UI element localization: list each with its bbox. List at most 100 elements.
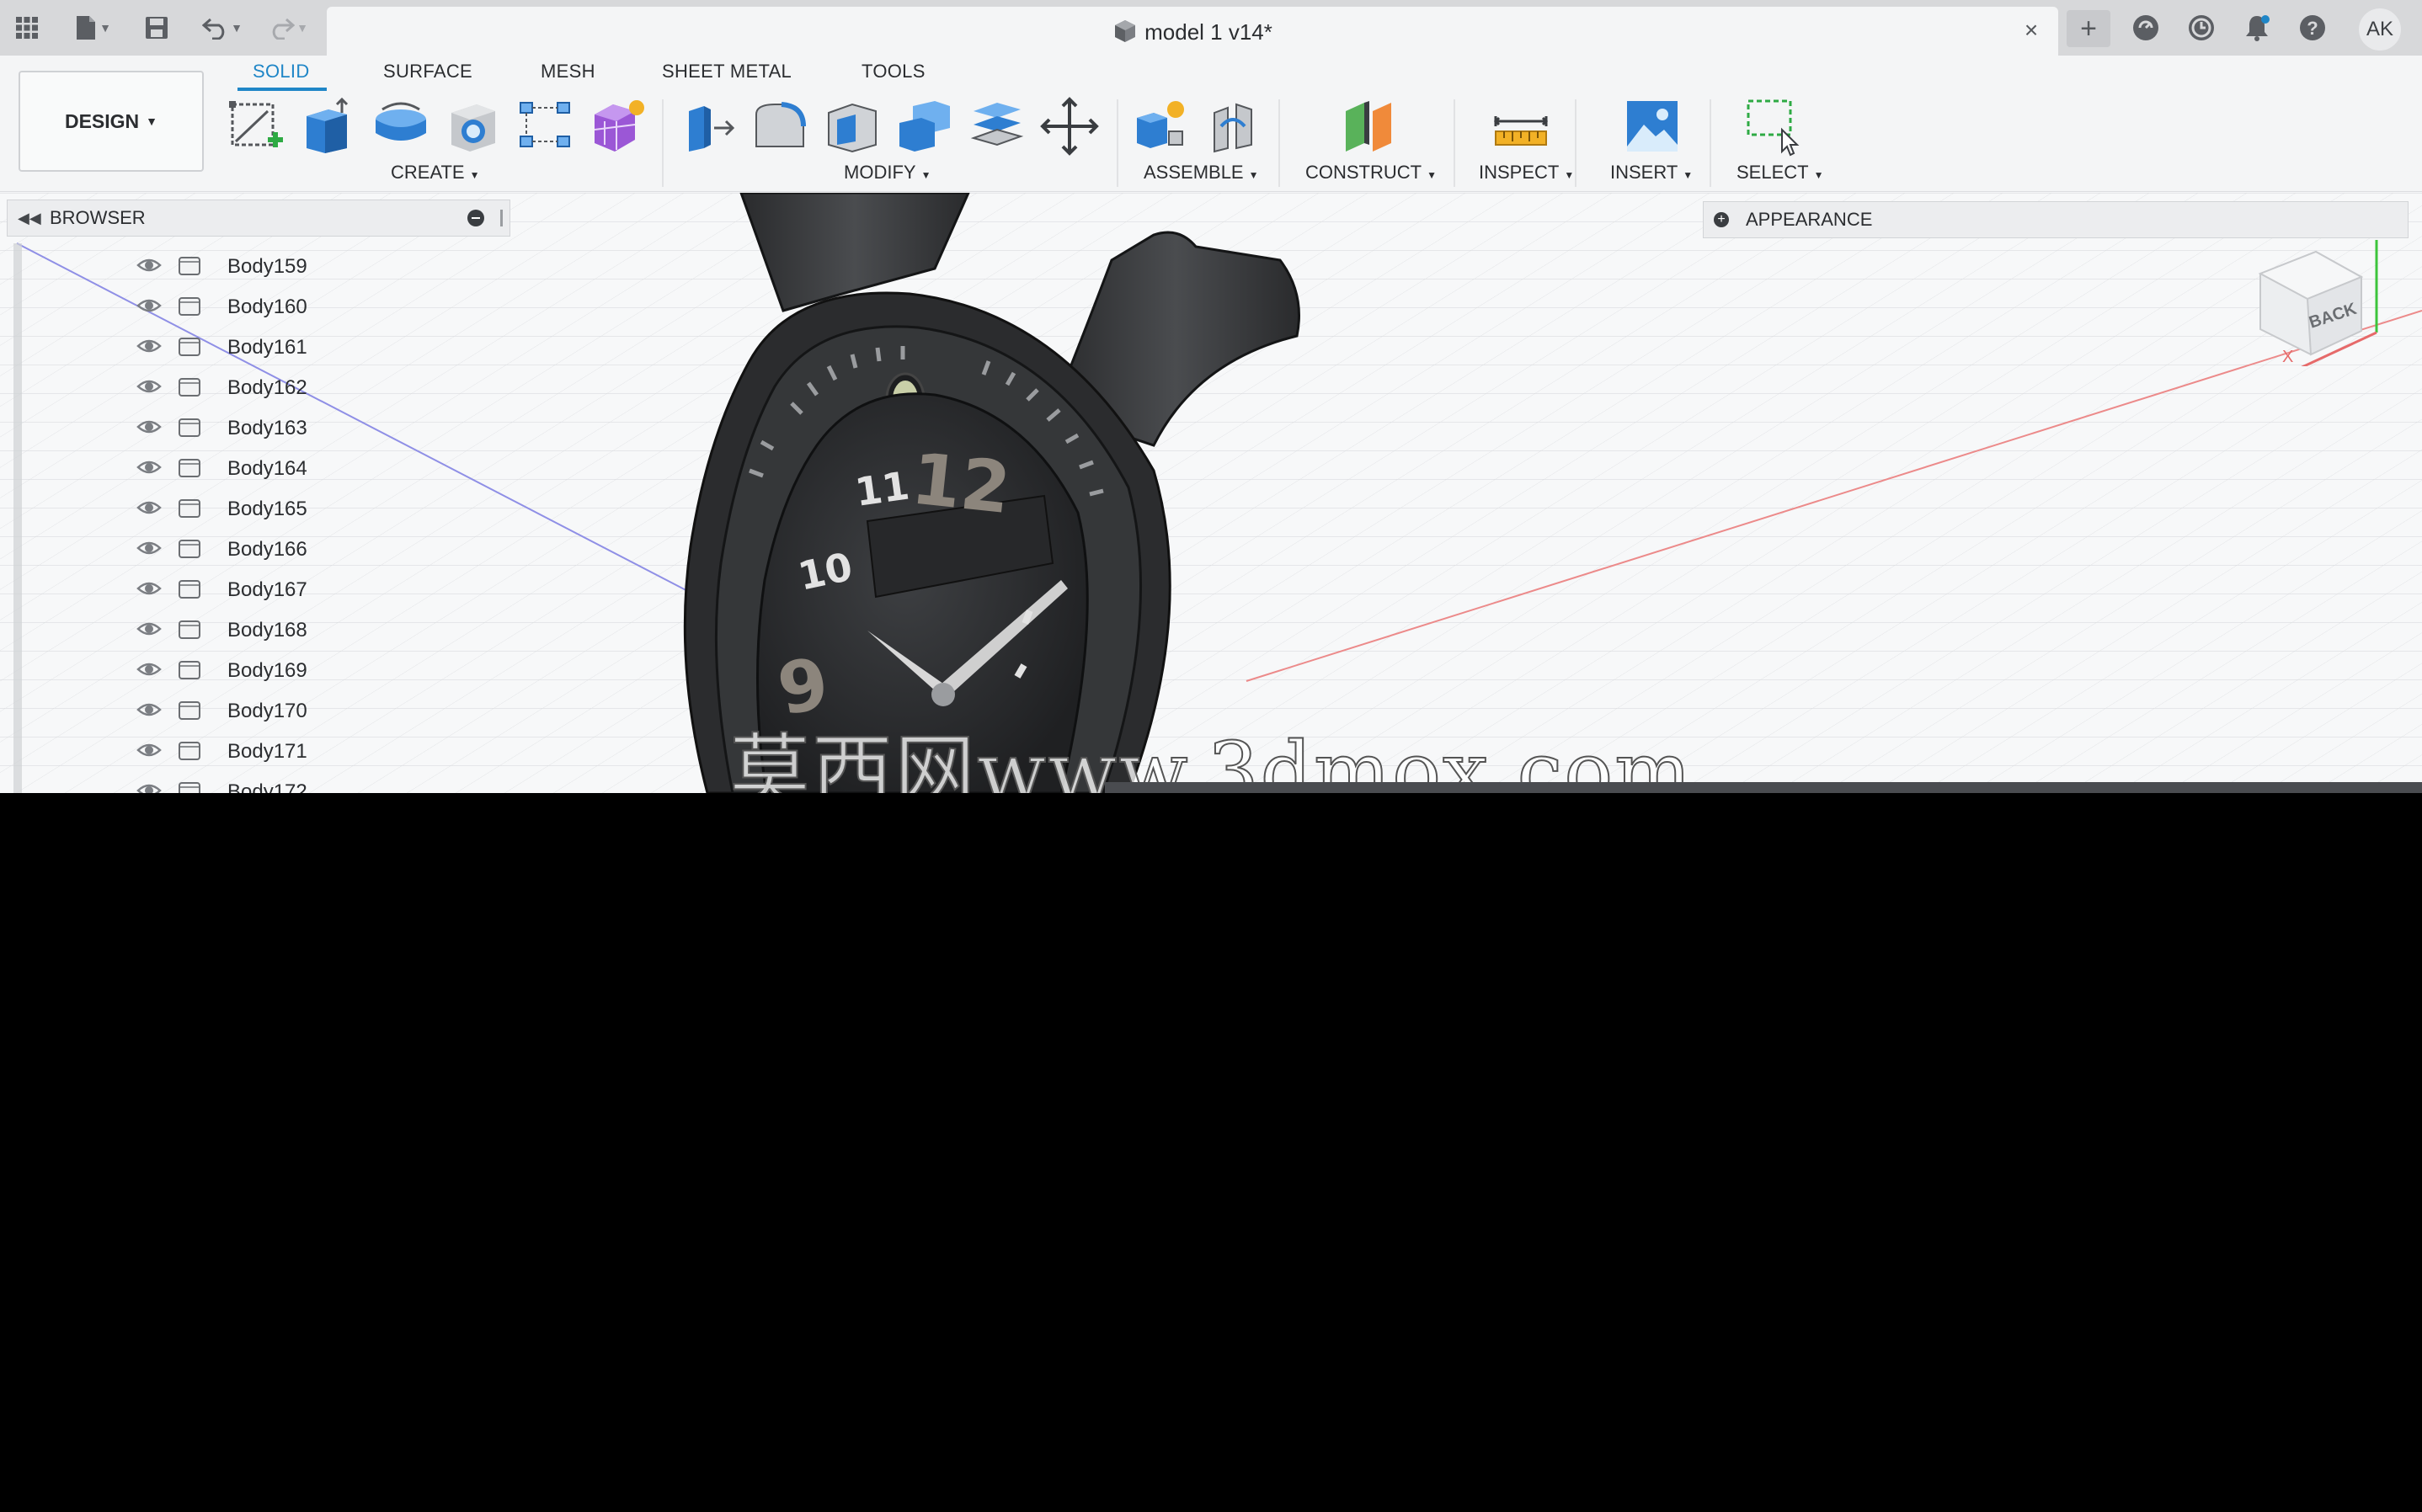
browser-item[interactable]: Body172 [126, 770, 328, 793]
hole-icon[interactable] [443, 96, 504, 157]
visibility-eye-icon[interactable] [136, 255, 162, 275]
tab-mesh[interactable]: MESH [541, 61, 595, 83]
visibility-eye-icon[interactable] [136, 619, 162, 639]
chevron-down-icon: ▼ [231, 21, 243, 35]
visibility-eye-icon[interactable] [136, 538, 162, 558]
extensions-icon[interactable] [2127, 9, 2164, 46]
inspect-menu[interactable]: INSPECT ▼ [1479, 162, 1574, 184]
create-menu[interactable]: CREATE ▼ [391, 162, 480, 184]
construct-label: CONSTRUCT [1305, 162, 1422, 183]
expand-panel-icon[interactable]: + [1714, 212, 1729, 227]
visibility-eye-icon[interactable] [136, 295, 162, 316]
pattern-icon[interactable] [515, 96, 576, 157]
create-form-icon[interactable] [588, 96, 648, 157]
browser-item[interactable]: Body166 [126, 528, 328, 568]
body-icon [179, 499, 200, 518]
browser-item[interactable]: Body164 [126, 447, 328, 487]
tab-surface[interactable]: SURFACE [383, 61, 472, 83]
visibility-eye-icon[interactable] [136, 659, 162, 679]
visibility-eye-icon[interactable] [136, 578, 162, 599]
browser-item-label: Body159 [227, 255, 307, 278]
visibility-eye-icon[interactable] [136, 740, 162, 760]
add-tab-icon[interactable]: + [2067, 10, 2110, 47]
browser-item-label: Body164 [227, 457, 307, 480]
avatar[interactable]: AK [2359, 8, 2401, 51]
modify-menu[interactable]: MODIFY ▼ [844, 162, 931, 184]
view-cube[interactable]: BACK X [2249, 240, 2383, 366]
fusion-window: ▼ ▼ ▼ model 1 v14* × + ? AK SOLID SURFAC… [0, 0, 2422, 793]
combine-icon[interactable] [894, 96, 955, 157]
tab-solid[interactable]: SOLID [253, 61, 310, 83]
visibility-eye-icon[interactable] [136, 700, 162, 720]
notifications-icon[interactable] [2238, 9, 2275, 46]
body-icon [179, 742, 200, 760]
help-icon[interactable]: ? [2294, 9, 2331, 46]
browser-item[interactable]: Body165 [126, 487, 328, 528]
apps-grid-icon[interactable] [8, 9, 45, 46]
browser-item[interactable]: Body160 [126, 285, 328, 326]
browser-item[interactable]: Body161 [126, 326, 328, 366]
browser-item[interactable]: Body169 [126, 649, 328, 689]
redo-button[interactable]: ▼ [261, 9, 315, 46]
save-icon[interactable] [138, 9, 175, 46]
body-icon [179, 459, 200, 477]
chevron-down-icon: ▼ [1248, 169, 1259, 181]
title-bar: ▼ ▼ ▼ model 1 v14* × + ? AK [0, 0, 2422, 56]
ribbon-separator [1117, 99, 1118, 187]
select-label: SELECT [1736, 162, 1809, 183]
browser-header[interactable]: ◀◀ BROWSER [7, 200, 510, 237]
browser-item[interactable]: Body163 [126, 407, 328, 447]
move-icon[interactable] [1039, 96, 1100, 157]
assemble-menu[interactable]: ASSEMBLE ▼ [1144, 162, 1259, 184]
browser-item[interactable]: Body171 [126, 730, 328, 770]
select-menu[interactable]: SELECT ▼ [1736, 162, 1823, 184]
shell-icon[interactable] [822, 96, 883, 157]
browser-item-label: Body168 [227, 619, 307, 642]
appearance-panel[interactable]: + APPEARANCE [1703, 201, 2409, 238]
create-sketch-icon[interactable] [226, 96, 286, 157]
modify-label: MODIFY [844, 162, 916, 183]
workspace-switcher[interactable]: DESIGN ▼ [19, 71, 204, 172]
chevron-down-icon: ▼ [99, 21, 111, 35]
extrude-icon[interactable] [298, 96, 359, 157]
visibility-eye-icon[interactable] [136, 780, 162, 793]
file-menu-button[interactable]: ▼ [66, 9, 120, 46]
browser-item-label: Body170 [227, 700, 307, 722]
joint-icon[interactable] [1203, 96, 1263, 157]
canvas-viewport[interactable]: 11 12 10 9 ◀◀ BROWSER Body159 Body160 Body… [0, 193, 2422, 793]
revolve-icon[interactable] [371, 96, 431, 157]
visibility-eye-icon[interactable] [136, 417, 162, 437]
insert-image-icon[interactable] [1622, 96, 1683, 157]
redo-icon [272, 18, 296, 40]
ribbon-separator [1278, 99, 1280, 187]
body-icon [179, 620, 200, 639]
new-component-icon[interactable] [1130, 96, 1191, 157]
browser-item[interactable]: Body170 [126, 689, 328, 730]
press-pull-icon[interactable] [677, 96, 738, 157]
measure-icon[interactable] [1491, 96, 1551, 157]
minimize-panel-icon[interactable] [467, 210, 484, 226]
browser-item[interactable]: Body162 [126, 366, 328, 407]
offset-plane-icon[interactable] [1339, 96, 1400, 157]
browser-item[interactable]: Body159 [126, 245, 328, 285]
visibility-eye-icon[interactable] [136, 336, 162, 356]
body-icon [179, 338, 200, 356]
collapse-panel-icon[interactable]: ◀◀ [18, 210, 41, 227]
document-tab[interactable]: model 1 v14* × [327, 7, 2058, 56]
construct-menu[interactable]: CONSTRUCT ▼ [1305, 162, 1437, 184]
visibility-eye-icon[interactable] [136, 498, 162, 518]
browser-item[interactable]: Body168 [126, 609, 328, 649]
close-icon[interactable]: × [2018, 17, 2045, 44]
tab-sheet-metal[interactable]: SHEET METAL [662, 61, 792, 83]
panel-grip-handle[interactable] [500, 210, 503, 226]
undo-button[interactable]: ▼ [195, 9, 249, 46]
visibility-eye-icon[interactable] [136, 376, 162, 397]
job-status-icon[interactable] [2183, 9, 2220, 46]
tab-tools[interactable]: TOOLS [862, 61, 926, 83]
browser-item[interactable]: Body167 [126, 568, 328, 609]
fillet-icon[interactable] [750, 96, 810, 157]
insert-menu[interactable]: INSERT ▼ [1610, 162, 1693, 184]
visibility-eye-icon[interactable] [136, 457, 162, 477]
offset-face-icon[interactable] [967, 96, 1027, 157]
select-window-icon[interactable] [1742, 96, 1802, 157]
